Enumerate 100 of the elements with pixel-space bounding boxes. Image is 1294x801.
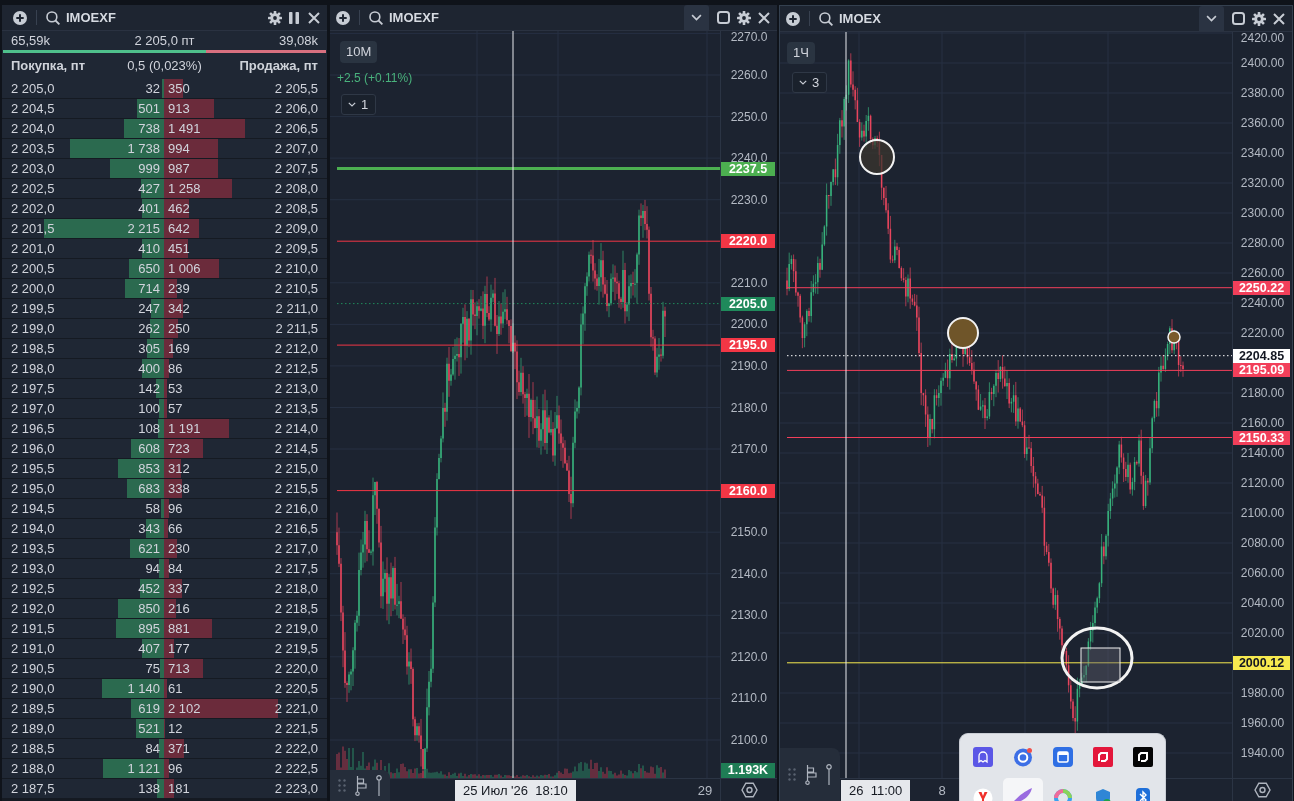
- price-axis-label: 2400.00: [1239, 57, 1286, 69]
- circle-logo-icon: [972, 788, 993, 801]
- symbol-field[interactable]: IMOEXF: [66, 10, 116, 25]
- dropdown-button[interactable]: [684, 5, 709, 30]
- ask-price: 2 221,5: [274, 720, 318, 738]
- bid-price: 2 198,0: [11, 360, 55, 378]
- bid-price: 2 200,5: [11, 260, 55, 278]
- ask-size: 96: [168, 760, 183, 778]
- ring-disc-icon: [1012, 747, 1033, 767]
- hexagon-icon[interactable]: [1254, 782, 1271, 798]
- ask-price: 2 209,0: [274, 220, 318, 238]
- bid-size: 401: [138, 200, 160, 218]
- grip-dots-icon[interactable]: [338, 779, 347, 792]
- ask-size: 216: [168, 600, 190, 618]
- bid-price: 2 203,5: [11, 140, 55, 158]
- flag-pole-icon[interactable]: [805, 764, 817, 785]
- spread-value: 0,5 (0,023%): [127, 57, 202, 75]
- price-change: +2.5 (+0.11%): [337, 71, 413, 85]
- close-icon[interactable]: [1273, 12, 1285, 25]
- ask-price: 2 223,0: [274, 780, 318, 798]
- pin-icon[interactable]: [375, 775, 382, 796]
- settings-icon[interactable]: [268, 10, 282, 25]
- price-axis-label: 2110.0: [730, 692, 768, 705]
- ask-size: 57: [168, 400, 183, 418]
- bid-size: 343: [138, 520, 160, 538]
- timeframe-button[interactable]: 10M: [340, 41, 378, 63]
- ask-size: 723: [168, 440, 190, 458]
- settings-icon[interactable]: [737, 10, 751, 25]
- bid-price: 2 195,0: [11, 480, 55, 498]
- ask-price: 2 220,5: [274, 680, 318, 698]
- pin-icon[interactable]: [825, 764, 832, 785]
- ask-size: 342: [168, 300, 190, 318]
- ask-size: 86: [168, 360, 183, 378]
- ask-size: 84: [168, 560, 183, 578]
- bid-price: 2 191,5: [11, 620, 55, 638]
- chevron-down-icon: [348, 102, 356, 107]
- grip-dots-icon[interactable]: [788, 768, 797, 781]
- bid-size: 410: [138, 240, 160, 258]
- bid-price: 2 190,0: [11, 680, 55, 698]
- price-axis-label: 2250.0: [729, 110, 769, 123]
- ask-size: 462: [168, 200, 190, 218]
- indicator-toggle[interactable]: 1: [341, 94, 377, 115]
- bid-size: 407: [138, 640, 160, 658]
- last-price: 2 205,0 пт: [134, 32, 195, 50]
- ask-price: 2 206,5: [274, 120, 318, 138]
- bid-price: 2 195,5: [11, 460, 55, 478]
- price-axis-label: 2140.0: [729, 567, 769, 580]
- dropdown-button[interactable]: [1199, 6, 1224, 31]
- search-icon[interactable]: [46, 10, 60, 25]
- ask-size: 913: [168, 100, 190, 118]
- timeframe-button[interactable]: 1Ч: [787, 42, 815, 64]
- bid-price: 2 202,5: [11, 180, 55, 198]
- bid-price: 2 204,5: [11, 100, 55, 118]
- bid-size: 427: [138, 180, 160, 198]
- bid-size: 619: [138, 700, 160, 718]
- square-icon[interactable]: [717, 11, 730, 24]
- hexagon-icon[interactable]: [740, 782, 758, 798]
- arrow-tile-icon: [1092, 747, 1113, 767]
- price-axis-label: 2260.00: [1239, 267, 1286, 279]
- bid-price: 2 197,5: [11, 380, 55, 398]
- bid-size: 608: [138, 440, 160, 458]
- ask-size: 881: [168, 620, 190, 638]
- ask-price: 2 214,5: [274, 440, 318, 458]
- symbol-field[interactable]: IMOEX: [839, 11, 881, 26]
- time-axis-label: 29: [696, 781, 714, 800]
- arrow-tile-icon: [1132, 747, 1153, 767]
- ask-price: 2 210,0: [274, 260, 318, 278]
- price-level-label: 2220.0: [721, 234, 775, 249]
- price-axis-label: 1940.00: [1239, 747, 1286, 759]
- plus-circle-icon[interactable]: [786, 11, 800, 26]
- plus-circle-icon[interactable]: [13, 10, 27, 25]
- price-level-label: 2237.5: [721, 161, 775, 176]
- bid-price: 2 190,5: [11, 660, 55, 678]
- price-level-label: 2160.0: [721, 483, 775, 498]
- bid-size: 32: [145, 80, 160, 98]
- price-axis-label: 2360.00: [1239, 117, 1286, 129]
- price-axis-label: 2120.00: [1239, 477, 1286, 489]
- ask-size: 451: [168, 240, 190, 258]
- search-icon[interactable]: [819, 11, 833, 26]
- ask-price: 2 219,0: [274, 620, 318, 638]
- flag-pole-icon[interactable]: [355, 775, 367, 796]
- ask-size: 230: [168, 540, 190, 558]
- close-icon[interactable]: [758, 11, 770, 24]
- ask-size: 2 102: [168, 700, 201, 718]
- square-icon[interactable]: [1232, 12, 1245, 25]
- symbol-field[interactable]: IMOEXF: [389, 10, 439, 25]
- ask-price: 2 218,0: [274, 580, 318, 598]
- settings-icon[interactable]: [1252, 11, 1266, 26]
- search-icon[interactable]: [369, 10, 383, 25]
- ask-size: 350: [168, 80, 190, 98]
- ask-price: 2 209,5: [274, 240, 318, 258]
- price-axis-label: 2280.00: [1239, 237, 1286, 249]
- plus-circle-icon[interactable]: [336, 10, 350, 25]
- close-icon[interactable]: [308, 11, 320, 24]
- circle-annotation: [859, 139, 895, 175]
- price-axis-label: 2270.0: [729, 31, 769, 43]
- ask-price: 2 205,5: [274, 80, 318, 98]
- ask-size: 987: [168, 160, 190, 178]
- pause-icon[interactable]: [289, 11, 299, 24]
- indicator-toggle[interactable]: 3: [792, 72, 828, 93]
